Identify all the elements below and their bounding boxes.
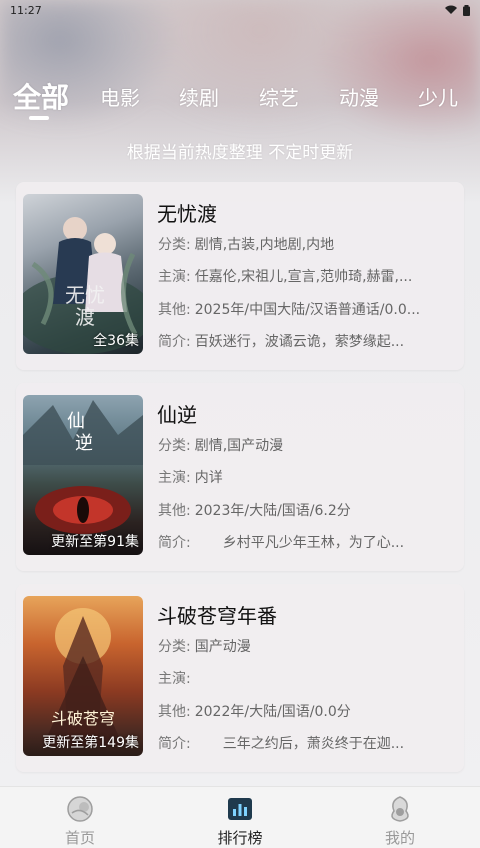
status-time: 11:27	[10, 3, 42, 17]
wifi-icon	[445, 5, 457, 14]
item-cast: 主演:	[158, 671, 191, 687]
nav-home[interactable]: 首页	[40, 795, 120, 848]
tab-kids[interactable]: 少儿	[418, 82, 458, 111]
item-other: 其他: 2023年/大陆/国语/6.2分	[158, 503, 351, 519]
item-title: 斗破苍穹年番	[157, 604, 277, 628]
tab-all[interactable]: 全部	[13, 76, 69, 116]
nav-ranking[interactable]: 排行榜	[200, 795, 280, 848]
nav-profile[interactable]: 我的	[360, 795, 440, 848]
svg-text:仙: 仙	[67, 411, 85, 432]
episode-badge: 更新至第149集	[42, 735, 139, 751]
battery-icon	[463, 4, 470, 16]
tab-series[interactable]: 续剧	[179, 82, 219, 111]
item-cast: 主演: 内详	[158, 470, 223, 486]
poster-image: 斗破苍穹 更新至第149集	[23, 596, 143, 756]
tab-movie[interactable]: 电影	[100, 82, 140, 111]
item-other: 其他: 2025年/中国大陆/汉语普通话/0.0...	[158, 302, 421, 318]
list-item[interactable]: 无忧 渡 全36集 无忧渡 分类: 剧情,古装,内地剧,内地 主演: 任嘉伦,宋祖儿…	[16, 182, 464, 370]
item-category: 分类: 国产动漫	[158, 639, 251, 655]
ranking-icon	[228, 798, 252, 820]
nav-profile-label: 我的	[384, 829, 415, 847]
item-cast: 主演: 任嘉伦,宋祖儿,宣言,范帅琦,赫雷,...	[158, 269, 413, 285]
item-intro: 简介: 乡村平凡少年王林，为了心...	[158, 535, 405, 551]
item-category: 分类: 剧情,国产动漫	[158, 438, 284, 454]
profile-icon	[391, 796, 409, 822]
nav-home-label: 首页	[64, 829, 95, 847]
svg-text:无忧: 无忧	[65, 283, 105, 307]
svg-text:逆: 逆	[75, 433, 93, 454]
item-intro: 简介: 百妖迷行，波谲云诡，萦梦缘起...	[158, 334, 405, 350]
item-title: 无忧渡	[157, 202, 217, 226]
tab-variety[interactable]: 综艺	[259, 82, 299, 111]
item-other: 其他: 2022年/大陆/国语/0.0分	[158, 704, 351, 720]
category-tabs: 全部 电影 续剧 综艺 动漫 少儿	[0, 76, 480, 124]
tab-anime[interactable]: 动漫	[339, 82, 379, 111]
episode-badge: 更新至第91集	[51, 534, 139, 550]
list-item[interactable]: 斗破苍穹 更新至第149集 斗破苍穹年番 分类: 国产动漫 主演: 其他: 2022…	[16, 584, 464, 772]
svg-text:渡: 渡	[75, 305, 95, 329]
status-icons	[445, 4, 470, 16]
item-intro: 简介: 三年之约后，萧炎终于在迦...	[158, 736, 405, 752]
list-item[interactable]: 仙 逆 更新至第91集 仙逆 分类: 剧情,国产动漫 主演: 内详 其他: 2023年…	[16, 383, 464, 571]
svg-text:斗破苍穹: 斗破苍穹	[51, 709, 115, 728]
episode-badge: 全36集	[93, 333, 139, 349]
tab-active-indicator	[29, 116, 49, 120]
status-bar: 11:27	[0, 0, 480, 20]
nav-ranking-label: 排行榜	[217, 829, 263, 847]
ranking-subtitle: 根据当前热度整理 不定时更新	[126, 143, 354, 163]
poster-image: 无忧 渡 全36集	[23, 194, 143, 354]
bottom-navigation: 首页 排行榜 我的	[0, 786, 480, 848]
item-category: 分类: 剧情,古装,内地剧,内地	[158, 237, 335, 253]
item-title: 仙逆	[157, 403, 197, 427]
home-icon	[67, 796, 93, 822]
poster-image: 仙 逆 更新至第91集	[23, 395, 143, 555]
